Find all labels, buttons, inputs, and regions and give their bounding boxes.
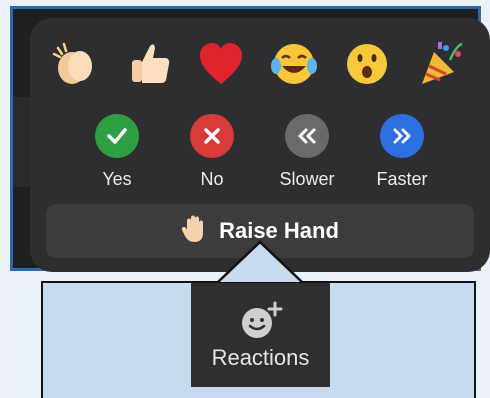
raised-hand-icon [181, 214, 207, 248]
checkmark-icon [95, 114, 139, 158]
slower-button[interactable]: Slower [267, 114, 347, 194]
reactions-label: Reactions [211, 345, 310, 370]
party-popper-icon[interactable] [410, 36, 472, 92]
callout-pointer [217, 240, 303, 283]
reactions-popup: Yes No Slower Faster Raise Hand [30, 18, 490, 272]
fast-forward-icon [380, 114, 424, 158]
faster-button[interactable]: Faster [362, 114, 442, 194]
red-heart-icon[interactable] [190, 36, 252, 92]
add-reaction-icon [239, 301, 283, 341]
yes-button[interactable]: Yes [77, 114, 157, 194]
faster-label: Faster [376, 169, 428, 189]
slower-label: Slower [279, 169, 335, 189]
thumbs-up-icon[interactable] [118, 36, 180, 92]
reactions-toolbar-button[interactable]: Reactions [191, 283, 330, 387]
x-icon [190, 114, 234, 158]
no-button[interactable]: No [172, 114, 252, 194]
yes-label: Yes [102, 169, 132, 189]
clapping-hands-icon[interactable] [44, 36, 106, 92]
emoji-row [30, 36, 490, 92]
tears-of-joy-icon[interactable] [263, 36, 325, 92]
open-mouth-icon[interactable] [336, 36, 398, 92]
no-label: No [200, 169, 224, 189]
rewind-icon [285, 114, 329, 158]
